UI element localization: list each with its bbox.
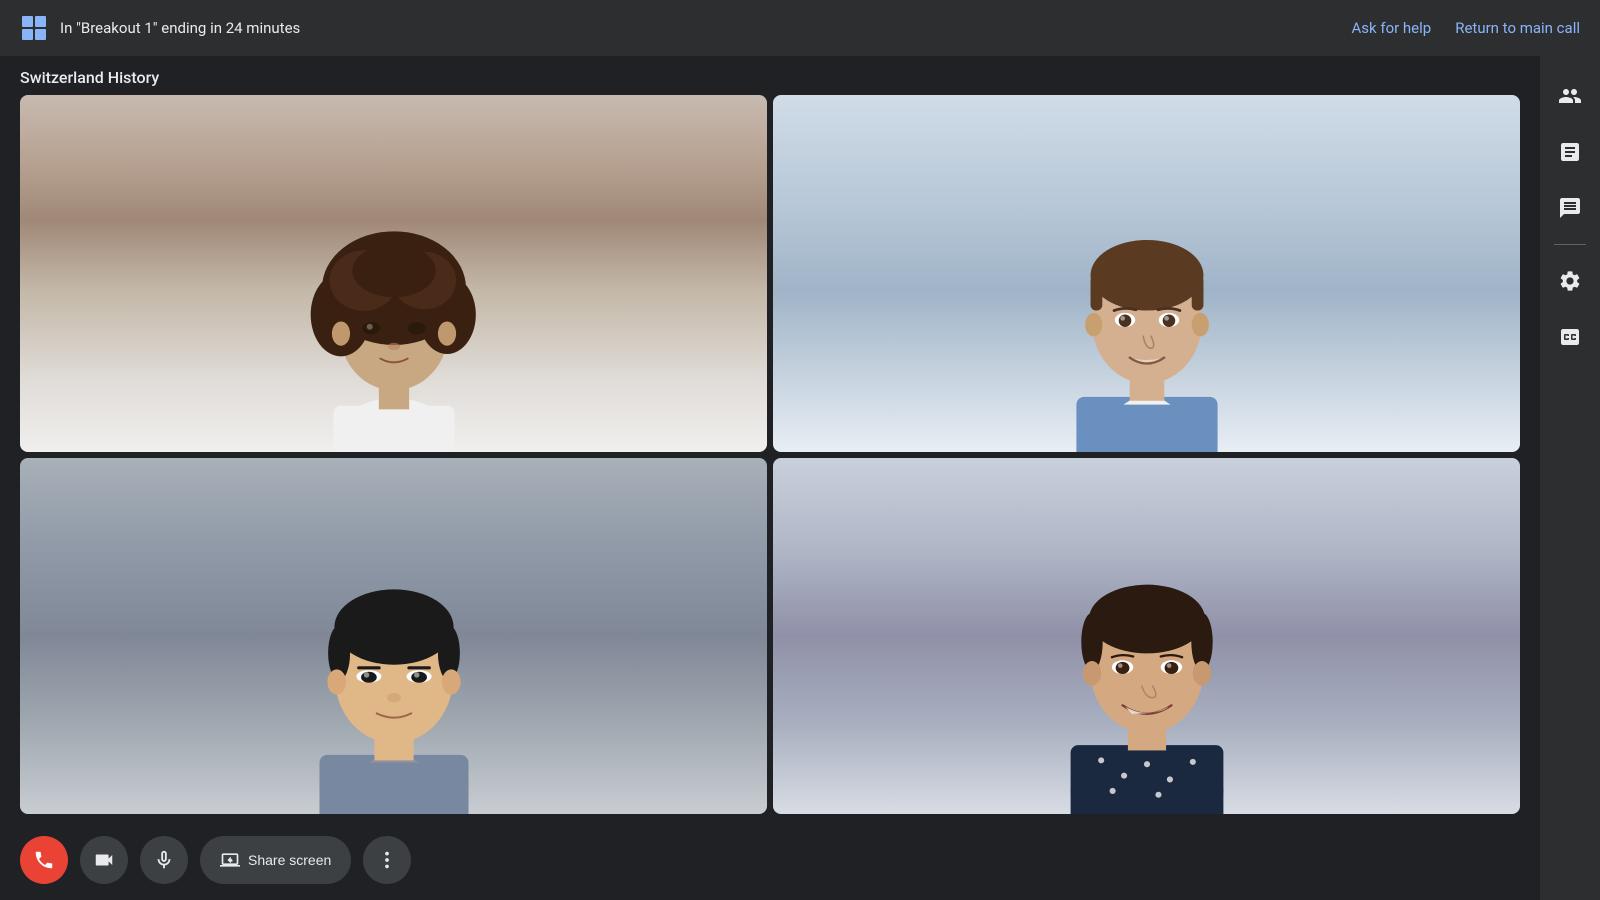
breakout-icon bbox=[20, 14, 48, 42]
microphone-icon bbox=[153, 849, 175, 871]
chat-button[interactable] bbox=[1546, 184, 1594, 232]
people-button[interactable] bbox=[1546, 72, 1594, 120]
activities-icon bbox=[1558, 140, 1582, 164]
top-bar: In "Breakout 1" ending in 24 minutes Ask… bbox=[0, 0, 1600, 56]
microphone-button[interactable] bbox=[140, 836, 188, 884]
more-options-icon bbox=[376, 849, 398, 871]
activities-button[interactable] bbox=[1546, 128, 1594, 176]
captions-button[interactable] bbox=[1546, 313, 1594, 361]
content-area: Switzerland History bbox=[0, 56, 1540, 900]
main-layout: Switzerland History bbox=[0, 56, 1600, 900]
more-options-button[interactable] bbox=[363, 836, 411, 884]
end-call-button[interactable] bbox=[20, 836, 68, 884]
return-to-main-call-link[interactable]: Return to main call bbox=[1455, 19, 1580, 37]
video-cell-4 bbox=[773, 458, 1520, 815]
captions-icon bbox=[1558, 325, 1582, 349]
video-cell-2 bbox=[773, 95, 1520, 452]
video-cell-3 bbox=[20, 458, 767, 815]
share-screen-label: Share screen bbox=[248, 852, 331, 868]
camera-button[interactable] bbox=[80, 836, 128, 884]
video-cell-1 bbox=[20, 95, 767, 452]
share-screen-icon bbox=[220, 850, 240, 870]
chat-icon bbox=[1558, 196, 1582, 220]
breakout-label: In "Breakout 1" ending in 24 minutes bbox=[60, 19, 1352, 37]
session-title-bar: Switzerland History bbox=[0, 56, 1540, 95]
settings-button[interactable] bbox=[1546, 257, 1594, 305]
camera-icon bbox=[93, 849, 115, 871]
video-grid bbox=[0, 95, 1540, 820]
end-call-icon bbox=[33, 849, 55, 871]
people-icon bbox=[1558, 84, 1582, 108]
bottom-toolbar: Share screen bbox=[0, 820, 1540, 900]
ask-for-help-link[interactable]: Ask for help bbox=[1352, 19, 1432, 37]
right-sidebar bbox=[1540, 56, 1600, 900]
settings-icon bbox=[1558, 269, 1582, 293]
share-screen-button[interactable]: Share screen bbox=[200, 836, 351, 884]
sidebar-divider bbox=[1554, 244, 1586, 245]
session-title: Switzerland History bbox=[20, 68, 159, 87]
